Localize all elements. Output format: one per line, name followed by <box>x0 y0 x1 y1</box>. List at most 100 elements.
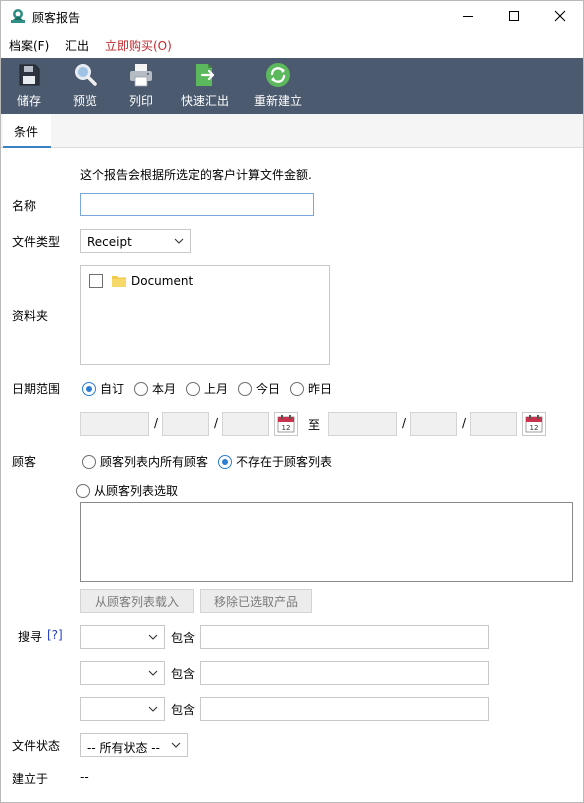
remove-selected-button[interactable]: 移除已选取产品 <box>200 589 312 613</box>
name-input[interactable] <box>80 193 314 216</box>
floppy-disk-icon <box>19 64 40 86</box>
contains-label: 包含 <box>171 631 196 645</box>
toolbar-save-button[interactable]: 储存 <box>9 58 49 114</box>
date-to-label: 至 <box>308 418 321 432</box>
document-type-label: 文件类型 <box>12 235 61 249</box>
start-year-input[interactable] <box>80 412 149 436</box>
date-option-custom[interactable]: 自订 <box>82 380 124 397</box>
search-field-select-2[interactable] <box>80 661 165 685</box>
toolbar-save-label: 储存 <box>16 94 41 108</box>
date-option-label: 昨日 <box>308 382 333 396</box>
customer-option-label: 不存在于顾客列表 <box>236 455 333 469</box>
document-status-select[interactable]: -- 所有状态 -- <box>80 733 188 757</box>
customer-option-label: 从顾客列表选取 <box>94 484 179 498</box>
chevron-down-icon <box>148 670 158 676</box>
radio-selected-icon <box>218 454 232 469</box>
folder-label: 资料夹 <box>12 309 49 323</box>
contains-label: 包含 <box>171 667 196 681</box>
toolbar-preview-button[interactable]: 预览 <box>65 58 105 114</box>
search-value-input-2[interactable] <box>200 661 489 685</box>
customer-option-select-from-list[interactable]: 从顾客列表选取 <box>76 482 178 499</box>
customer-label: 顾客 <box>12 455 37 469</box>
date-separator: / <box>402 416 407 430</box>
folder-document-label: Document <box>131 274 194 288</box>
search-field-select-1[interactable] <box>80 625 165 649</box>
toolbar-quick-export-label: 快速汇出 <box>180 94 229 108</box>
radio-icon <box>134 381 148 396</box>
folder-document-checkbox[interactable] <box>89 274 103 288</box>
customer-option-not-in-list[interactable]: 不存在于顾客列表 <box>218 453 332 470</box>
toolbar: 储存 预览 列印 快速汇出 重新建立 <box>1 58 583 114</box>
end-month-input[interactable] <box>410 412 457 436</box>
refresh-icon <box>266 63 290 87</box>
toolbar-rebuild-label: 重新建立 <box>253 94 302 108</box>
minimize-button[interactable] <box>445 1 491 31</box>
report-window: 顾客报告 档案(F) 汇出 立即购买(O) 储存 预览 列印 快速汇出 重新建立… <box>0 0 584 803</box>
radio-selected-icon <box>82 381 96 396</box>
document-type-value: Receipt <box>87 235 132 249</box>
menu-export[interactable]: 汇出 <box>65 37 89 54</box>
date-option-label: 本月 <box>152 382 177 396</box>
date-separator: / <box>462 416 467 430</box>
date-option-this-month[interactable]: 本月 <box>134 380 176 397</box>
title-bar: 顾客报告 <box>1 1 583 31</box>
chevron-down-icon <box>148 706 158 712</box>
date-option-label: 今日 <box>256 382 281 396</box>
radio-icon <box>76 483 90 498</box>
contains-label: 包含 <box>171 703 196 717</box>
menu-bar: 档案(F) 汇出 立即购买(O) <box>1 31 583 57</box>
start-day-input[interactable] <box>222 412 269 436</box>
maximize-button[interactable] <box>491 1 537 31</box>
calendar-icon: 12 <box>277 415 295 433</box>
start-date-calendar-button[interactable]: 12 <box>274 412 298 436</box>
tab-conditions[interactable]: 条件 <box>3 114 51 148</box>
svg-text:12: 12 <box>530 424 539 432</box>
radio-icon <box>238 381 252 396</box>
customer-list-box[interactable] <box>80 502 573 582</box>
document-status-label: 文件状态 <box>12 739 61 753</box>
search-help-link[interactable]: [?] <box>47 628 63 642</box>
date-option-last-month[interactable]: 上月 <box>186 380 228 397</box>
radio-icon <box>186 381 200 396</box>
close-icon <box>554 10 566 22</box>
app-logo-icon <box>11 9 25 23</box>
date-option-today[interactable]: 今日 <box>238 380 280 397</box>
search-value-input-1[interactable] <box>200 625 489 649</box>
magnifier-icon <box>75 64 97 86</box>
toolbar-print-label: 列印 <box>128 94 153 108</box>
end-day-input[interactable] <box>470 412 517 436</box>
toolbar-quick-export-button[interactable]: 快速汇出 <box>177 58 233 114</box>
date-option-yesterday[interactable]: 昨日 <box>290 380 332 397</box>
toolbar-print-button[interactable]: 列印 <box>121 58 161 114</box>
toolbar-rebuild-button[interactable]: 重新建立 <box>249 58 307 114</box>
date-range-label: 日期范围 <box>12 382 61 396</box>
start-month-input[interactable] <box>162 412 209 436</box>
name-label: 名称 <box>12 199 37 213</box>
export-document-icon <box>196 64 215 86</box>
date-separator: / <box>214 416 219 430</box>
created-at-value: -- <box>80 770 89 784</box>
close-button[interactable] <box>537 1 583 31</box>
end-year-input[interactable] <box>328 412 397 436</box>
printer-icon <box>130 64 152 87</box>
created-at-label: 建立于 <box>12 772 49 786</box>
customer-option-all[interactable]: 顾客列表内所有顾客 <box>82 453 208 470</box>
end-date-calendar-button[interactable]: 12 <box>522 412 546 436</box>
date-option-label: 自订 <box>100 382 125 396</box>
report-description: 这个报告会根据所选定的客户计算文件金额. <box>80 168 312 182</box>
menu-file[interactable]: 档案(F) <box>9 37 49 54</box>
customer-option-label: 顾客列表内所有顾客 <box>100 455 209 469</box>
folder-icon <box>112 276 126 287</box>
menu-buy-now[interactable]: 立即购买(O) <box>105 37 172 54</box>
search-label: 搜寻 <box>18 630 43 644</box>
date-option-label: 上月 <box>204 382 229 396</box>
toolbar-preview-label: 预览 <box>72 94 97 108</box>
load-from-customer-list-button[interactable]: 从顾客列表载入 <box>80 589 194 613</box>
search-field-select-3[interactable] <box>80 697 165 721</box>
maximize-icon <box>509 11 519 21</box>
search-value-input-3[interactable] <box>200 697 489 721</box>
document-status-value: -- 所有状态 -- <box>87 741 160 755</box>
tab-conditions-label: 条件 <box>14 125 39 139</box>
document-type-select[interactable]: Receipt <box>80 229 191 253</box>
svg-text:12: 12 <box>282 424 291 432</box>
